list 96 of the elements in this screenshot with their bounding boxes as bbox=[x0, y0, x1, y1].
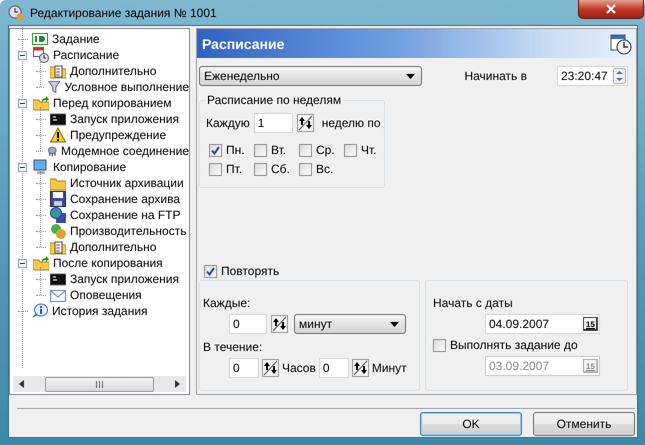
start-date-label: Начать с даты bbox=[433, 296, 514, 310]
day-label: Пт. bbox=[226, 162, 242, 176]
scroll-left-icon[interactable] bbox=[19, 380, 25, 388]
tree-item[interactable]: Производительность bbox=[70, 224, 186, 238]
caret-icon bbox=[390, 322, 399, 326]
tree-item[interactable]: Оповещения bbox=[70, 288, 142, 302]
tree-item[interactable]: Источник архивации bbox=[70, 176, 184, 190]
collapse-toggle[interactable] bbox=[18, 258, 27, 268]
tree-item[interactable]: История задания bbox=[52, 304, 148, 318]
day-label: Пн. bbox=[226, 143, 245, 157]
envelope-icon bbox=[50, 287, 66, 303]
tree-item[interactable]: Запуск приложения bbox=[70, 112, 179, 126]
spin-icon[interactable] bbox=[271, 315, 288, 333]
window-title: Редактирование задания № 1001 bbox=[30, 6, 218, 20]
spin-icon[interactable] bbox=[352, 359, 369, 377]
start-date-field[interactable]: 04.09.2007 15 bbox=[485, 314, 600, 334]
collapse-toggle[interactable] bbox=[18, 50, 27, 60]
horizontal-scrollbar[interactable] bbox=[13, 376, 186, 392]
checkbox[interactable] bbox=[299, 162, 312, 176]
every-label: Каждую bbox=[206, 116, 250, 130]
minutes-label: Минут bbox=[372, 361, 407, 375]
minus-icon bbox=[20, 262, 25, 264]
tree-item[interactable]: Дополнительно bbox=[70, 240, 156, 254]
checkbox[interactable] bbox=[254, 144, 267, 156]
tree-item[interactable]: Модемное соединение bbox=[60, 144, 189, 158]
checkbox[interactable] bbox=[254, 162, 267, 176]
tree-item[interactable]: Запуск приложения bbox=[70, 272, 179, 286]
calendar-button[interactable]: 15 bbox=[583, 317, 598, 331]
collapse-toggle[interactable] bbox=[18, 162, 27, 172]
checkbox[interactable] bbox=[344, 144, 357, 156]
frequency-dropdown[interactable]: Еженедельно bbox=[199, 66, 422, 86]
tree-item[interactable]: Перед копированием bbox=[53, 96, 172, 110]
minutes-field[interactable]: 0 bbox=[318, 358, 349, 378]
day-label: Сб. bbox=[271, 162, 290, 176]
week-unit-label: неделю по bbox=[322, 116, 381, 130]
minus-icon bbox=[20, 102, 25, 104]
warning-icon bbox=[50, 127, 66, 143]
info-bubble-icon bbox=[32, 303, 48, 319]
start-time-label: Начинать в bbox=[464, 69, 527, 83]
spin-icon[interactable] bbox=[296, 114, 314, 132]
folder-arrow-icon bbox=[33, 255, 49, 271]
checkbox[interactable] bbox=[299, 144, 312, 156]
tree-item[interactable]: Копирование bbox=[53, 160, 126, 174]
scroll-right-icon[interactable] bbox=[174, 380, 180, 388]
caret-icon bbox=[406, 74, 415, 78]
interval-field[interactable]: 0 bbox=[229, 314, 267, 334]
spin-arrows-icon[interactable] bbox=[613, 68, 626, 84]
checkbox[interactable] bbox=[204, 264, 217, 278]
tree-item[interactable]: Дополнительно bbox=[70, 64, 156, 78]
grip-icon bbox=[96, 380, 103, 388]
collapse-toggle[interactable] bbox=[18, 98, 27, 108]
unit-dropdown[interactable]: минут bbox=[294, 314, 406, 334]
end-date-label: Выполнять задание до bbox=[450, 338, 578, 352]
gears-icon bbox=[50, 223, 66, 239]
tree-item[interactable]: Сохранение на FTP bbox=[70, 208, 180, 222]
folder-list-icon bbox=[50, 239, 66, 255]
panel-title: Расписание bbox=[202, 36, 284, 52]
filter-icon bbox=[48, 79, 60, 95]
repeat-label: Повторять bbox=[221, 264, 280, 278]
computer-icon bbox=[33, 159, 49, 175]
hours-field[interactable]: 0 bbox=[229, 358, 259, 378]
minus-icon bbox=[20, 54, 25, 56]
day-label: Вс. bbox=[316, 162, 334, 176]
day-label: Чт. bbox=[361, 143, 376, 157]
every-label: Каждые: bbox=[203, 296, 252, 310]
minus-icon bbox=[20, 166, 25, 168]
day-label: Вт. bbox=[271, 143, 286, 157]
day-label: Ср. bbox=[316, 143, 335, 157]
console-icon bbox=[50, 111, 66, 127]
folder-list-icon bbox=[50, 63, 66, 79]
tree-item[interactable]: Условное выполнение bbox=[64, 80, 189, 94]
calendar-clock-icon bbox=[610, 32, 632, 54]
tree-item[interactable]: Сохранение архива bbox=[70, 192, 180, 206]
tree-item[interactable]: После копирования bbox=[53, 256, 163, 270]
tree-item[interactable]: Расписание bbox=[53, 48, 120, 62]
group-title: Расписание по неделям bbox=[205, 93, 344, 107]
spin-icon[interactable] bbox=[262, 359, 279, 377]
duration-label: В течение: bbox=[203, 340, 264, 354]
folder-arrow-icon bbox=[33, 95, 49, 111]
id-card-icon bbox=[32, 31, 48, 47]
week-count-field[interactable]: 1 bbox=[254, 113, 293, 133]
checkbox[interactable] bbox=[433, 338, 446, 352]
dialog-button[interactable]: Отменить bbox=[533, 412, 635, 436]
hours-label: Часов bbox=[282, 361, 316, 375]
dialog-button[interactable]: OK bbox=[420, 412, 522, 436]
globe-disk-icon bbox=[50, 207, 66, 223]
console-icon bbox=[50, 271, 66, 287]
tree-item[interactable]: Предупреждение bbox=[70, 128, 166, 142]
checkbox[interactable] bbox=[209, 162, 222, 176]
checkbox[interactable] bbox=[209, 144, 222, 156]
time-field[interactable]: 23:20:47 bbox=[557, 66, 628, 86]
calendar-clock-icon bbox=[33, 47, 49, 63]
close-button[interactable] bbox=[578, 0, 644, 19]
clock-gear-icon bbox=[8, 4, 24, 20]
close-icon bbox=[605, 4, 617, 14]
tree-item[interactable]: Задание bbox=[52, 32, 100, 46]
